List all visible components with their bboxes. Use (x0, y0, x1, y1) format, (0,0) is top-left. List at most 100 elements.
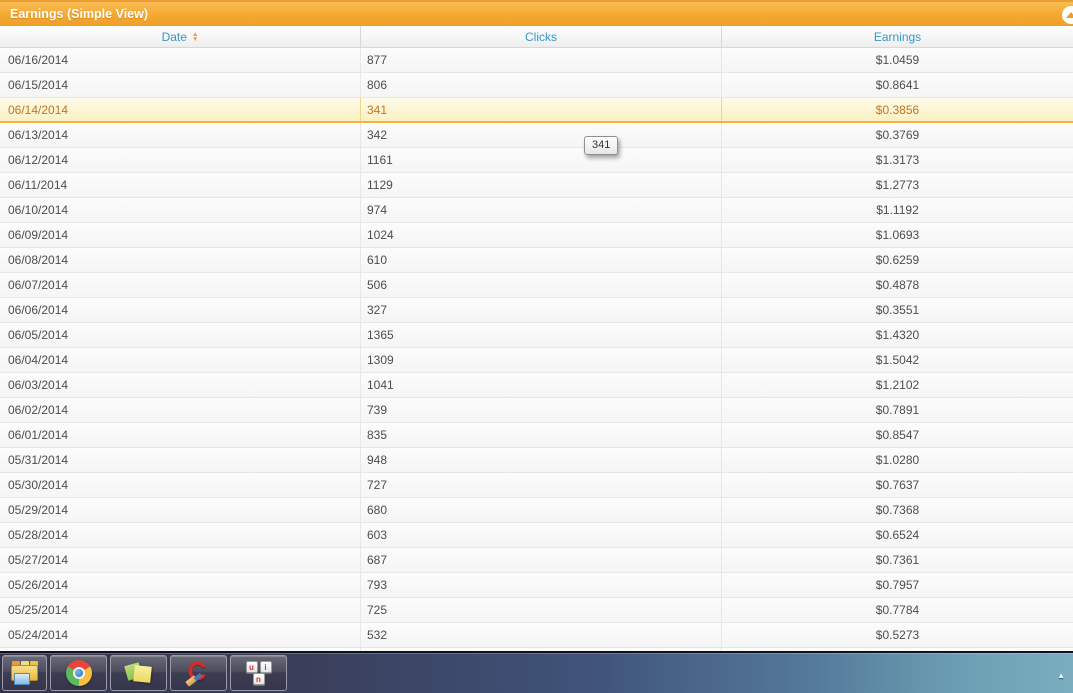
column-header-date[interactable]: Date ▲ ▼ (0, 26, 361, 47)
earnings-cell: $0.6259 (875, 253, 920, 267)
date-cell: 06/14/2014 (0, 98, 361, 121)
taskbar-button-uin-keys[interactable]: u i n (230, 655, 287, 691)
earnings-cell: $0.7361 (875, 553, 920, 567)
clicks-cell: 835 (361, 423, 722, 447)
table-row[interactable]: 06/09/2014 1024 $1.0693 (0, 223, 1073, 248)
clicks-cell: 806 (361, 73, 722, 97)
clicks-cell: 327 (361, 298, 722, 322)
windows-taskbar: C u i n ▲ (0, 651, 1073, 693)
earnings-cell: $1.2773 (875, 178, 920, 192)
date-cell: 06/13/2014 (0, 123, 361, 147)
date-cell: 06/05/2014 (0, 323, 361, 347)
taskbar-button-sticky-notes[interactable] (110, 655, 167, 691)
date-cell: 06/12/2014 (0, 148, 361, 172)
table-row[interactable]: 06/01/2014 835 $0.8547 (0, 423, 1073, 448)
earnings-cell: $1.0459 (875, 53, 920, 67)
date-cell: 06/15/2014 (0, 73, 361, 97)
earnings-cell: $0.7784 (875, 603, 920, 617)
table-row[interactable]: 05/26/2014 793 $0.7957 (0, 573, 1073, 598)
clicks-cell: 1041 (361, 373, 722, 397)
clicks-cell: 1309 (361, 348, 722, 372)
table-row[interactable]: 05/27/2014 687 $0.7361 (0, 548, 1073, 573)
table-row[interactable]: 06/15/2014 806 $0.8641 (0, 73, 1073, 98)
windows-explorer-icon (10, 661, 39, 685)
clicks-cell: 341 (361, 98, 722, 121)
date-cell: 06/11/2014 (0, 173, 361, 197)
clicks-cell: 506 (361, 273, 722, 297)
clicks-cell: 974 (361, 198, 722, 222)
table-body: 06/16/2014 877 $1.0459 06/15/2014 806 $0… (0, 48, 1073, 673)
taskbar-button-windows-explorer[interactable] (2, 655, 47, 691)
earnings-cell: $0.3856 (875, 102, 920, 117)
clicks-cell: 793 (361, 573, 722, 597)
table-row[interactable]: 06/07/2014 506 $0.4878 (0, 273, 1073, 298)
column-header-clicks[interactable]: Clicks (361, 26, 722, 47)
date-cell: 06/01/2014 (0, 423, 361, 447)
clicks-cell: 610 (361, 248, 722, 272)
earnings-cell: $0.7368 (875, 503, 920, 517)
table-row[interactable]: 06/10/2014 974 $1.1192 (0, 198, 1073, 223)
table-row[interactable]: 05/28/2014 603 $0.6524 (0, 523, 1073, 548)
table-row[interactable]: 06/03/2014 1041 $1.2102 (0, 373, 1073, 398)
date-cell: 06/04/2014 (0, 348, 361, 372)
earnings-cell: $0.4878 (875, 278, 920, 292)
date-cell: 06/07/2014 (0, 273, 361, 297)
table-row[interactable]: 05/30/2014 727 $0.7637 (0, 473, 1073, 498)
clicks-cell: 877 (361, 48, 722, 72)
column-header-earnings[interactable]: Earnings (722, 26, 1073, 47)
clicks-cell: 727 (361, 473, 722, 497)
date-cell: 05/28/2014 (0, 523, 361, 547)
earnings-cell: $1.4320 (875, 328, 920, 342)
date-cell: 06/10/2014 (0, 198, 361, 222)
table-row[interactable]: 06/04/2014 1309 $1.5042 (0, 348, 1073, 373)
date-cell: 05/29/2014 (0, 498, 361, 522)
clicks-cell: 532 (361, 623, 722, 647)
earnings-cell: $0.7957 (875, 578, 920, 592)
table-row[interactable]: 06/12/2014 1161 $1.3173 (0, 148, 1073, 173)
clicks-cell: 687 (361, 548, 722, 572)
earnings-cell: $0.7637 (875, 478, 920, 492)
table-row[interactable]: 06/14/2014 341 $0.3856 (0, 98, 1073, 123)
table-row[interactable]: 06/11/2014 1129 $1.2773 (0, 173, 1073, 198)
table-row[interactable]: 06/16/2014 877 $1.0459 (0, 48, 1073, 73)
date-cell: 05/31/2014 (0, 448, 361, 472)
table-row[interactable]: 06/06/2014 327 $0.3551 (0, 298, 1073, 323)
taskbar-button-google-chrome[interactable] (50, 655, 107, 691)
clicks-cell: 725 (361, 598, 722, 622)
table-row[interactable]: 06/13/2014 342 $0.3769 (0, 123, 1073, 148)
date-cell: 05/26/2014 (0, 573, 361, 597)
clicks-cell: 739 (361, 398, 722, 422)
panel-title-bar: Earnings (Simple View) (0, 0, 1073, 26)
table-row[interactable]: 05/24/2014 532 $0.5273 (0, 623, 1073, 648)
panel-title: Earnings (Simple View) (10, 7, 149, 21)
ccleaner-icon: C (184, 656, 213, 687)
collapse-panel-button[interactable] (1062, 6, 1073, 24)
table-row[interactable]: 05/31/2014 948 $1.0280 (0, 448, 1073, 473)
table-row[interactable]: 06/02/2014 739 $0.7891 (0, 398, 1073, 423)
clicks-tooltip: 341 (584, 136, 619, 155)
table-row[interactable]: 06/08/2014 610 $0.6259 (0, 248, 1073, 273)
earnings-cell: $1.0280 (875, 453, 920, 467)
table-row[interactable]: 05/29/2014 680 $0.7368 (0, 498, 1073, 523)
taskbar-button-ccleaner[interactable]: C (170, 655, 227, 691)
sticky-notes-icon (123, 660, 153, 686)
table-row[interactable]: 06/05/2014 1365 $1.4320 (0, 323, 1073, 348)
chevron-up-icon (1066, 11, 1073, 18)
earnings-cell: $1.2102 (875, 378, 920, 392)
date-cell: 06/06/2014 (0, 298, 361, 322)
date-cell: 06/08/2014 (0, 248, 361, 272)
table-header-row: Date ▲ ▼ Clicks Earnings (0, 26, 1073, 48)
earnings-cell: $1.5042 (875, 353, 920, 367)
clicks-cell: 342 (361, 123, 722, 147)
uin-keys-icon: u i n (245, 660, 273, 686)
earnings-cell: $1.1192 (876, 203, 919, 217)
tray-expand-arrow-icon[interactable]: ▲ (1057, 671, 1065, 680)
date-cell: 05/30/2014 (0, 473, 361, 497)
table-row[interactable]: 05/25/2014 725 $0.7784 (0, 598, 1073, 623)
date-cell: 06/02/2014 (0, 398, 361, 422)
clicks-cell: 1161 (361, 148, 722, 172)
earnings-cell: $0.8641 (875, 78, 920, 92)
clicks-cell: 1129 (361, 173, 722, 197)
date-cell: 06/09/2014 (0, 223, 361, 247)
clicks-cell: 948 (361, 448, 722, 472)
